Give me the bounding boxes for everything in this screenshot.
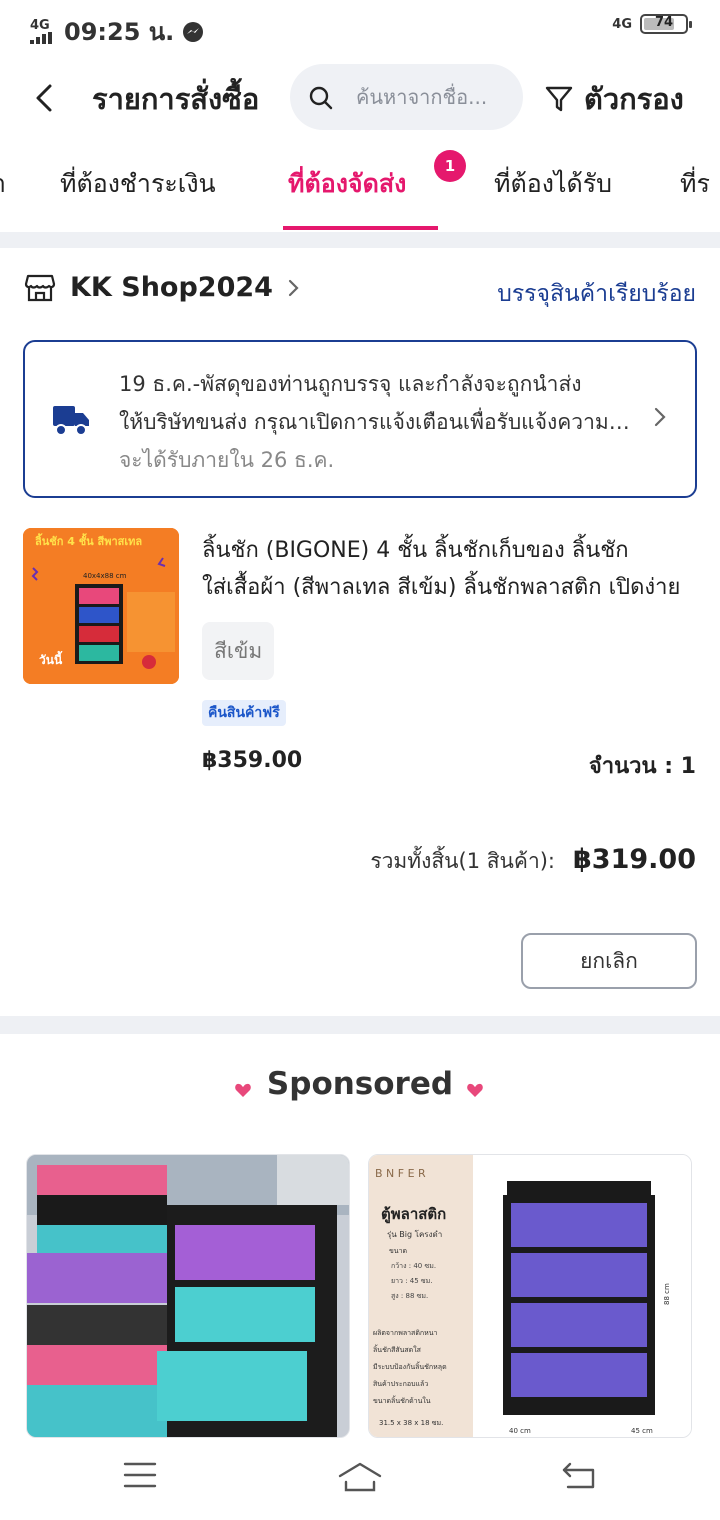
width-dimension: 40 cm xyxy=(509,1427,531,1435)
free-return-badge: คืนสินค้าฟรี xyxy=(202,700,286,726)
heart-icon xyxy=(467,1083,483,1097)
shop-name: KK Shop2024 xyxy=(70,272,273,303)
search-box[interactable] xyxy=(290,64,523,130)
card2-title: ตู้พลาสติก xyxy=(381,1205,446,1224)
product-variant: สีเข้ม xyxy=(202,622,275,680)
order-total-amount: ฿319.00 xyxy=(573,844,696,875)
sponsored-product-card[interactable] xyxy=(26,1154,350,1438)
product-price: ฿359.00 xyxy=(202,748,303,773)
tab-next[interactable]: ที่ร xyxy=(680,164,710,204)
card2-spec: ยาว : 45 ซม. xyxy=(391,1277,433,1285)
thumb-today: วันนี้ xyxy=(39,650,63,667)
battery-icon: 74 xyxy=(640,14,692,34)
shipping-eta: จะได้รับภายใน 26 ธ.ค. xyxy=(119,448,335,472)
thumb-size: 40x4x88 cm xyxy=(83,572,127,580)
messenger-icon xyxy=(183,21,204,42)
product-title[interactable]: ลิ้นชัก (BIGONE) 4 ชั้น ลิ้นชักเก็บของ ล… xyxy=(202,532,696,606)
signal-indicator: 4G xyxy=(30,19,56,44)
filter-icon xyxy=(545,86,573,112)
network-type-right: 4G xyxy=(612,16,632,32)
shipping-update-card[interactable]: 19 ธ.ค.-พัสดุของท่านถูกบรรจุ และกำลังจะถ… xyxy=(23,340,697,498)
shop-icon xyxy=(24,274,56,301)
section-divider xyxy=(0,1016,720,1034)
card2-feature: ผลิตจากพลาสติกหนา xyxy=(373,1329,437,1337)
sponsored-product-image xyxy=(27,1155,349,1437)
system-navigation-bar xyxy=(0,1438,720,1520)
search-icon xyxy=(309,86,333,110)
home-icon[interactable] xyxy=(336,1460,384,1494)
back-arrow-icon[interactable] xyxy=(28,80,64,116)
card2-feature: สินค้าประกอบแล้ว xyxy=(373,1380,428,1388)
page-title: รายการสั่งซื้อ xyxy=(92,82,260,116)
active-tab-indicator xyxy=(283,226,438,230)
card2-inner-size: 31.5 x 38 x 18 ซม. xyxy=(379,1419,443,1427)
tab-badge: 1 xyxy=(434,150,466,182)
network-type: 4G xyxy=(30,18,50,33)
cancel-order-button[interactable]: ยกเลิก xyxy=(521,933,697,989)
tab-to-receive[interactable]: ที่ต้องได้รับ xyxy=(494,164,612,204)
sponsored-product-image: B N F E R ตู้พลาสติก รุ่น Big โครงดำ ขนา… xyxy=(369,1155,691,1437)
product-title-line-2: ใส่เสื้อผ้า (สีพาลเทล สีเข้ม) ลิ้นชักพลา… xyxy=(202,575,681,600)
card2-spec: สูง : 88 ซม. xyxy=(391,1292,428,1300)
height-dimension: 88 cm xyxy=(663,1283,671,1305)
order-status-label: บรรจุสินค้าเรียบร้อย xyxy=(497,281,696,307)
thumb-title: ลิ้นชัก 4 ชั้น สีพาสเทล xyxy=(35,533,143,548)
card2-spec: กว้าง : 40 ซม. xyxy=(391,1262,436,1270)
tab-to-ship[interactable]: ที่ต้องจัดส่ง xyxy=(288,164,406,204)
depth-dimension: 45 cm xyxy=(631,1427,653,1435)
shipping-line-2: ให้บริษัทขนส่ง กรุณาเปิดการแจ้งเตือนเพื่… xyxy=(119,410,639,434)
shipping-line-1: 19 ธ.ค.-พัสดุของท่านถูกบรรจุ และกำลังจะถ… xyxy=(119,372,582,396)
section-divider xyxy=(0,232,720,248)
search-input[interactable] xyxy=(356,82,506,112)
header: รายการสั่งซื้อ ตัวกรอง xyxy=(0,60,720,136)
product-thumbnail[interactable]: ลิ้นชัก 4 ชั้น สีพาสเทล 40x4x88 cm วันนี… xyxy=(23,528,179,684)
status-left: 4G 09:25 น. xyxy=(30,12,204,51)
tab-previous[interactable]: า xyxy=(0,164,6,204)
tab-to-pay[interactable]: ที่ต้องชำระเงิน xyxy=(60,164,216,204)
sponsored-heading: Sponsored xyxy=(266,1066,454,1102)
chevron-right-icon xyxy=(288,279,299,296)
filter-button[interactable]: ตัวกรอง xyxy=(544,76,684,122)
status-right: 4G 74 xyxy=(612,14,692,34)
delivery-truck-icon xyxy=(53,406,89,436)
status-bar: 4G 09:25 น. 4G 74 xyxy=(0,0,720,58)
clock: 09:25 น. xyxy=(64,18,175,46)
order-total: รวมทั้งสิ้น(1 สินค้า): ฿319.00 xyxy=(370,844,696,878)
menu-icon[interactable] xyxy=(122,1460,158,1490)
battery-level: 74 xyxy=(654,15,674,30)
shop-link[interactable]: KK Shop2024 xyxy=(24,272,301,303)
signal-bars-icon xyxy=(30,32,52,44)
chevron-right-icon xyxy=(654,407,666,427)
product-title-line-1: ลิ้นชัก (BIGONE) 4 ชั้น ลิ้นชักเก็บของ ล… xyxy=(202,538,629,563)
product-image: ลิ้นชัก 4 ชั้น สีพาสเทล 40x4x88 cm วันนี… xyxy=(23,528,179,684)
brand-text: B N F E R xyxy=(375,1167,426,1180)
product-quantity: จำนวน : 1 xyxy=(588,754,696,779)
order-status-tabs: า ที่ต้องชำระเงิน ที่ต้องจัดส่ง 1 ที่ต้อ… xyxy=(0,150,720,232)
sponsored-product-card[interactable]: B N F E R ตู้พลาสติก รุ่น Big โครงดำ ขนา… xyxy=(368,1154,692,1438)
order-total-label: รวมทั้งสิ้น(1 สินค้า): xyxy=(370,849,556,873)
card2-size-heading: ขนาด xyxy=(389,1247,407,1255)
back-icon[interactable] xyxy=(560,1460,598,1490)
card2-subtitle: รุ่น Big โครงดำ xyxy=(387,1229,442,1239)
filter-label: ตัวกรอง xyxy=(584,82,684,116)
